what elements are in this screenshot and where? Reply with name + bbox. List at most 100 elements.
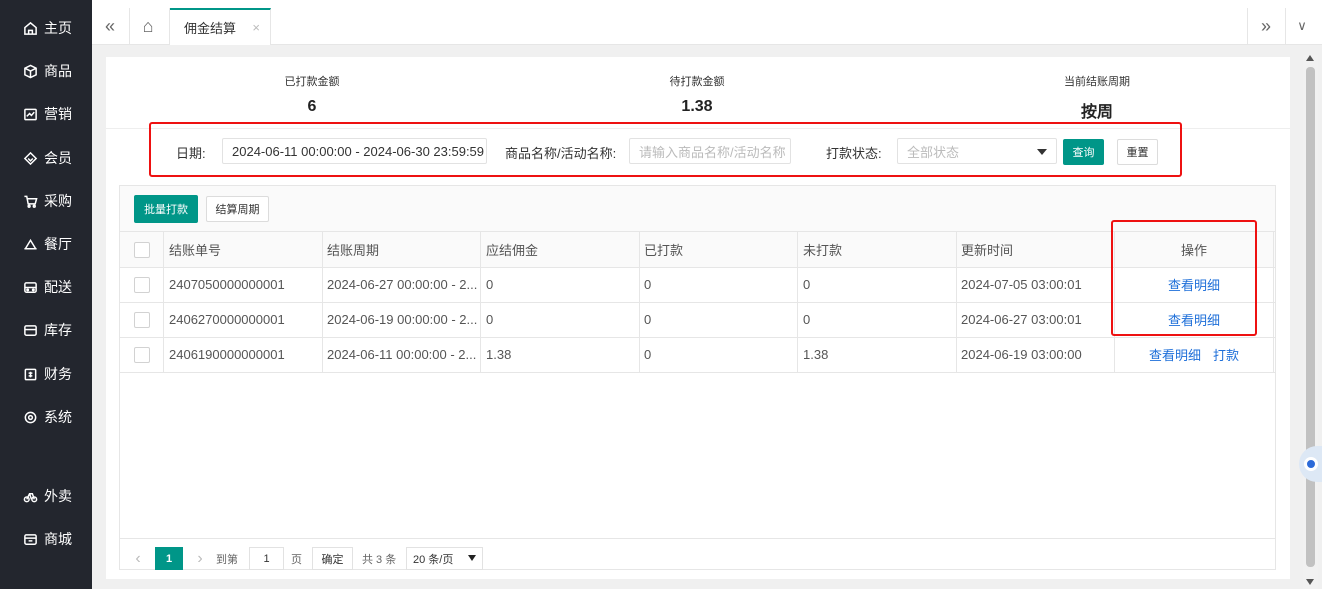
home-icon bbox=[22, 20, 38, 36]
divider bbox=[120, 267, 1275, 268]
view-details-link[interactable]: 查看明细 bbox=[1168, 275, 1220, 294]
payment-status-select[interactable]: 全部状态 bbox=[897, 138, 1057, 164]
unpaid-amount: 0 bbox=[803, 312, 811, 327]
tab-label: 佣金结算 bbox=[184, 21, 237, 36]
sidebar-item-system[interactable]: 系统 bbox=[0, 402, 92, 432]
sidebar-item-marketing[interactable]: 营销 bbox=[0, 99, 92, 129]
paid-amount-stat: 已打款金额 6 bbox=[202, 73, 422, 116]
sidebar-item-mall[interactable]: 商城 bbox=[0, 524, 92, 554]
goto-page-input[interactable]: 1 bbox=[249, 547, 284, 570]
stat-label: 已打款金额 bbox=[284, 76, 340, 88]
sidebar-item-delivery[interactable]: 配送 bbox=[0, 272, 92, 302]
sidebar-item-label: 系统 bbox=[44, 409, 72, 425]
chevron-down-icon[interactable]: ∨ bbox=[1284, 8, 1320, 44]
pagination: ‹ 1 › 到第 1 页 确定 共 3 条 20 条/页 bbox=[120, 538, 1275, 570]
settlement-period: 2024-06-11 00:00:00 - 2... bbox=[327, 347, 477, 362]
close-icon[interactable]: × bbox=[252, 20, 260, 35]
unpaid-amount: 0 bbox=[803, 277, 811, 292]
box-icon bbox=[22, 63, 38, 79]
settlement-cycle-button[interactable]: 结算周期 bbox=[206, 196, 269, 222]
tab-bar: « ⌂ 佣金结算 × » ∨ bbox=[92, 0, 1322, 45]
divider bbox=[163, 232, 164, 372]
sidebar-item-label: 商城 bbox=[44, 531, 72, 547]
goto-label: 到第 bbox=[216, 553, 238, 566]
sidebar-item-label: 库存 bbox=[44, 322, 72, 338]
bike-icon bbox=[22, 488, 38, 504]
next-tabs-icon[interactable]: » bbox=[1248, 8, 1284, 44]
confirm-button[interactable]: 确定 bbox=[312, 547, 353, 570]
due-commission: 0 bbox=[486, 277, 494, 292]
divider bbox=[1273, 232, 1274, 372]
collapse-tabs-icon[interactable]: « bbox=[92, 8, 128, 44]
sidebar: 主页 商品 营销 会员 采购 餐厅 配送 库存 财务 系统 外卖 商城 bbox=[0, 0, 92, 589]
updated-time: 2024-07-05 03:00:01 bbox=[961, 277, 1082, 292]
stat-value: 按周 bbox=[1080, 104, 1113, 121]
sidebar-item-takeout[interactable]: 外卖 bbox=[0, 481, 92, 511]
settlement-id: 2406190000000001 bbox=[169, 347, 285, 362]
sidebar-item-members[interactable]: 会员 bbox=[0, 143, 92, 173]
paid-amount: 0 bbox=[644, 277, 652, 292]
payment-status-label: 打款状态: bbox=[826, 146, 882, 161]
batch-pay-button[interactable]: 批量打款 bbox=[134, 195, 198, 223]
sidebar-item-products[interactable]: 商品 bbox=[0, 56, 92, 86]
diamond-icon bbox=[22, 150, 38, 166]
row-checkbox[interactable] bbox=[134, 277, 150, 293]
select-all-checkbox[interactable] bbox=[134, 242, 150, 258]
view-details-link[interactable]: 查看明细 bbox=[1168, 310, 1220, 329]
scrollbar-thumb[interactable] bbox=[1306, 67, 1315, 567]
cloche-icon bbox=[22, 236, 38, 252]
home-icon[interactable]: ⌂ bbox=[130, 8, 166, 44]
row-actions: 查看明细 bbox=[1115, 302, 1273, 337]
sidebar-item-purchase[interactable]: 采购 bbox=[0, 186, 92, 216]
row-checkbox[interactable] bbox=[134, 312, 150, 328]
product-activity-name-input[interactable]: 请输入商品名称/活动名称 bbox=[629, 138, 791, 164]
sidebar-item-inventory[interactable]: 库存 bbox=[0, 315, 92, 345]
column-header: 更新时间 bbox=[961, 243, 1014, 258]
pay-link[interactable]: 打款 bbox=[1213, 345, 1239, 364]
main-panel: 已打款金额 6 待打款金额 1.38 当前结账周期 按周 日期: 2024-06… bbox=[106, 57, 1290, 579]
warehouse-icon bbox=[22, 322, 38, 338]
sidebar-item-label: 主页 bbox=[44, 20, 72, 36]
sidebar-item-restaurant[interactable]: 餐厅 bbox=[0, 229, 92, 259]
row-actions: 查看明细 打款 bbox=[1115, 337, 1273, 372]
vertical-scrollbar[interactable] bbox=[1303, 55, 1318, 589]
filter-bar: 日期: 2024-06-11 00:00:00 - 2024-06-30 23:… bbox=[106, 129, 1290, 179]
scroll-down-icon[interactable] bbox=[1306, 579, 1314, 585]
tab-commission-settlement[interactable]: 佣金结算 × bbox=[170, 8, 271, 45]
sidebar-item-finance[interactable]: 财务 bbox=[0, 359, 92, 389]
column-header: 操作 bbox=[1180, 243, 1207, 258]
view-details-link[interactable]: 查看明细 bbox=[1149, 345, 1201, 364]
divider bbox=[120, 302, 1275, 303]
sidebar-item-home[interactable]: 主页 bbox=[0, 13, 92, 43]
row-checkbox[interactable] bbox=[134, 347, 150, 363]
chart-icon bbox=[22, 106, 38, 122]
divider bbox=[120, 372, 1275, 373]
date-range-input[interactable]: 2024-06-11 00:00:00 - 2024-06-30 23:59:5… bbox=[222, 138, 487, 164]
stat-value: 1.38 bbox=[681, 98, 713, 115]
page-size-select[interactable]: 20 条/页 bbox=[406, 547, 483, 570]
sidebar-item-label: 财务 bbox=[44, 366, 72, 382]
date-label: 日期: bbox=[176, 146, 206, 161]
stat-label: 待打款金额 bbox=[669, 76, 725, 88]
caret-down-icon bbox=[1037, 149, 1047, 155]
finance-icon bbox=[22, 366, 38, 382]
settlement-period: 2024-06-27 00:00:00 - 2... bbox=[327, 277, 477, 292]
settlement-id: 2406270000000001 bbox=[169, 312, 285, 327]
cart-icon bbox=[22, 193, 38, 209]
divider bbox=[120, 337, 1275, 338]
settlement-period: 2024-06-19 00:00:00 - 2... bbox=[327, 312, 477, 327]
column-header: 结账周期 bbox=[327, 243, 380, 258]
query-button[interactable]: 查询 bbox=[1063, 139, 1104, 165]
scroll-up-icon[interactable] bbox=[1306, 55, 1314, 61]
next-page-icon[interactable]: › bbox=[192, 547, 208, 570]
row-actions: 查看明细 bbox=[1115, 267, 1273, 302]
settlement-table: 批量打款 结算周期 结账单号 结账周期 应结佣金 已打款 未打款 更新时间 操作… bbox=[119, 185, 1276, 570]
prev-page-icon[interactable]: ‹ bbox=[130, 547, 146, 570]
total-count: 共 3 条 bbox=[362, 553, 397, 566]
unpaid-amount: 1.38 bbox=[803, 347, 829, 362]
due-commission: 1.38 bbox=[486, 347, 512, 362]
updated-time: 2024-06-19 03:00:00 bbox=[961, 347, 1082, 362]
select-value: 全部状态 bbox=[907, 144, 960, 160]
reset-button[interactable]: 重置 bbox=[1117, 139, 1158, 165]
page-1-button[interactable]: 1 bbox=[155, 547, 183, 570]
